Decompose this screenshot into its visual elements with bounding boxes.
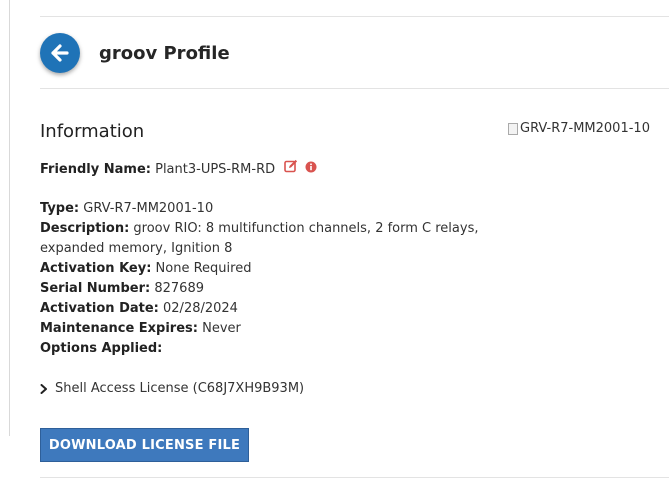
serial-number-row: Serial Number: 827689 xyxy=(40,279,490,299)
type-label: Type: xyxy=(40,201,80,216)
serial-number-value: 827689 xyxy=(154,281,204,296)
maintenance-expires-row: Maintenance Expires: Never xyxy=(40,319,490,339)
activation-date-label: Activation Date: xyxy=(40,301,159,316)
divider xyxy=(40,477,669,478)
chevron-right-icon xyxy=(40,384,50,394)
back-button[interactable] xyxy=(40,33,80,73)
section-title: Information xyxy=(40,121,145,142)
options-applied-label: Options Applied: xyxy=(40,341,163,356)
options-applied-row: Options Applied: xyxy=(40,339,490,359)
description-value-line2: expanded memory, Ignition 8 xyxy=(40,241,233,256)
page-header: groov Profile xyxy=(40,33,230,73)
page-title: groov Profile xyxy=(99,42,230,64)
description-value-line1: groov RIO: 8 multifunction channels, 2 f… xyxy=(133,221,479,236)
edit-icon[interactable] xyxy=(284,159,298,180)
license-expander[interactable]: Shell Access License (C68J7XH9B93M) xyxy=(40,379,304,399)
broken-image-icon xyxy=(508,122,518,135)
info-icon[interactable] xyxy=(305,160,317,180)
friendly-name-row: Friendly Name: Plant3-UPS-RM-RD xyxy=(40,159,490,180)
serial-number-label: Serial Number: xyxy=(40,281,151,296)
activation-key-label: Activation Key: xyxy=(40,261,152,276)
activation-date-row: Activation Date: 02/28/2024 xyxy=(40,299,490,319)
arrow-left-icon xyxy=(51,44,69,62)
friendly-name-value: Plant3-UPS-RM-RD xyxy=(155,162,276,177)
activation-key-row: Activation Key: None Required xyxy=(40,259,490,279)
device-image: GRV-R7-MM2001-10 xyxy=(508,121,650,136)
license-label: Shell Access License (C68J7XH9B93M) xyxy=(55,381,305,396)
device-image-alt: GRV-R7-MM2001-10 xyxy=(520,121,650,136)
description-label: Description: xyxy=(40,221,130,236)
activation-key-value: None Required xyxy=(155,261,252,276)
download-license-button[interactable]: DOWNLOAD LICENSE FILE xyxy=(40,428,249,462)
friendly-name-label: Friendly Name: xyxy=(40,162,151,177)
type-value: GRV-R7-MM2001-10 xyxy=(83,201,214,216)
maintenance-expires-label: Maintenance Expires: xyxy=(40,321,198,336)
description-row: Description: groov RIO: 8 multifunction … xyxy=(40,219,490,259)
activation-date-value: 02/28/2024 xyxy=(163,301,238,316)
maintenance-expires-value: Never xyxy=(202,321,241,336)
divider xyxy=(40,88,669,89)
left-rail xyxy=(0,0,10,436)
divider xyxy=(40,16,669,17)
type-row: Type: GRV-R7-MM2001-10 xyxy=(40,199,490,219)
